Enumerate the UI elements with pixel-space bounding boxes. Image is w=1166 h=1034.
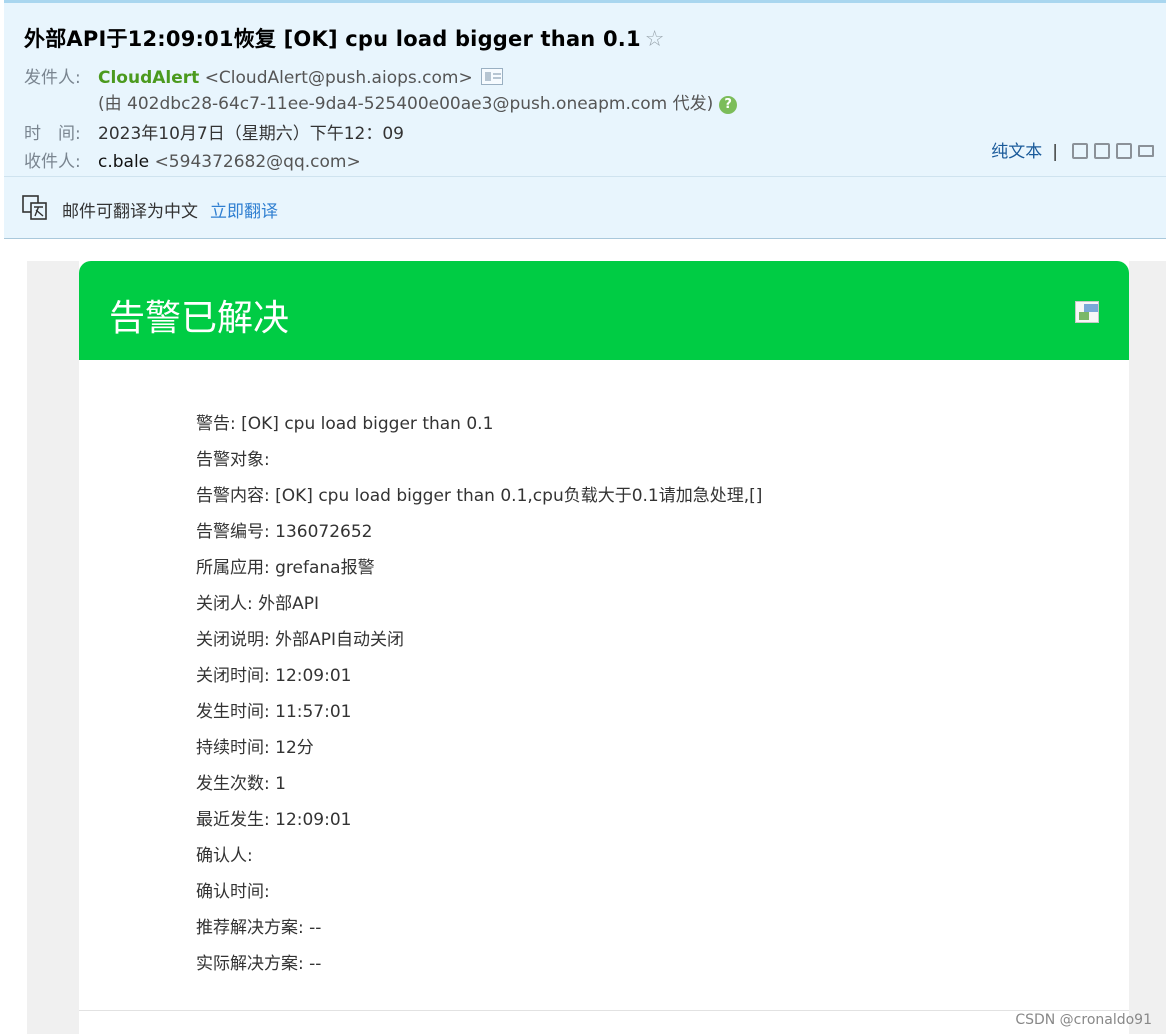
download-icon[interactable] [1116, 143, 1132, 159]
time-value: 2023年10月7日（星期六）下午12：09 [98, 124, 404, 144]
alert-banner: 告警已解决 [79, 261, 1129, 360]
recipient-name[interactable]: c.bale [98, 152, 149, 172]
alert-field: 告警对象: [196, 450, 270, 470]
contact-card-icon[interactable] [480, 68, 503, 85]
mail-header: 外部API于12:09:01恢复 [OK] cpu load bigger th… [4, 0, 1166, 176]
alert-title: 告警已解决 [109, 298, 290, 339]
alert-field: 实际解决方案: -- [196, 954, 322, 974]
alert-field: 告警编号: 136072652 [196, 522, 373, 542]
document-icon[interactable] [1094, 143, 1110, 159]
alert-field: 警告: [OK] cpu load bigger than 0.1 [196, 414, 494, 434]
alert-card: 告警已解决 警告: [OK] cpu load bigger than 0.1 … [79, 261, 1129, 1034]
new-window-icon[interactable] [1072, 143, 1088, 159]
star-icon[interactable]: ☆ [645, 27, 665, 52]
mail-subject: 外部API于12:09:01恢复 [OK] cpu load bigger th… [24, 23, 665, 53]
translate-prompt: 邮件可翻译为中文 [62, 202, 198, 222]
alert-field: 最近发生: 12:09:01 [196, 810, 352, 830]
recipient-row: 收件人: c.bale <594372682@qq.com> [24, 147, 361, 172]
translate-row: 邮件可翻译为中文 立即翻译 [62, 197, 278, 222]
sender-label: 发件人: [24, 68, 81, 88]
plain-text-link[interactable]: 纯文本 [991, 142, 1042, 162]
recipient-label: 收件人: [24, 152, 81, 172]
time-row: 时 间: 2023年10月7日（星期六）下午12：09 [24, 119, 404, 144]
alert-field: 关闭时间: 12:09:01 [196, 666, 352, 686]
mail-toolbar: 纯文本 | [991, 137, 1154, 162]
alert-fields: 警告: [OK] cpu load bigger than 0.1 告警对象: … [196, 409, 762, 985]
translate-icon[interactable] [22, 195, 48, 221]
proxy-row: (由 402dbc28-64c7-11ee-9da4-525400e00ae3@… [98, 89, 738, 114]
alert-field: 确认时间: [196, 882, 270, 902]
alert-field: 发生次数: 1 [196, 774, 286, 794]
sender-row: 发件人: CloudAlert <CloudAlert@push.aiops.co… [24, 63, 503, 88]
time-label: 时 间: [24, 124, 81, 144]
help-icon[interactable]: ? [719, 96, 738, 114]
alert-field: 推荐解决方案: -- [196, 918, 322, 938]
alert-field: 所属应用: grefana报警 [196, 558, 375, 578]
subject-text: 外部API于12:09:01恢复 [OK] cpu load bigger th… [24, 27, 641, 51]
alert-field: 持续时间: 12分 [196, 738, 314, 758]
translate-now-link[interactable]: 立即翻译 [210, 202, 278, 222]
alert-field: 发生时间: 11:57:01 [196, 702, 352, 722]
alert-field: 关闭人: 外部API [196, 594, 320, 614]
card-divider [79, 1010, 1129, 1011]
watermark: CSDN @cronaldo91 [1015, 1012, 1152, 1028]
toolbar-separator: | [1052, 142, 1058, 162]
print-icon[interactable] [1138, 145, 1154, 157]
alert-field: 确认人: [196, 846, 253, 866]
broken-image-icon [1075, 301, 1099, 323]
alert-field: 告警内容: [OK] cpu load bigger than 0.1,cpu负… [196, 486, 763, 506]
sender-name[interactable]: CloudAlert [98, 68, 199, 88]
sender-address: <CloudAlert@push.aiops.com> [204, 68, 473, 88]
proxy-text: (由 402dbc28-64c7-11ee-9da4-525400e00ae3@… [98, 94, 714, 114]
recipient-address: <594372682@qq.com> [154, 152, 361, 172]
alert-field: 关闭说明: 外部API自动关闭 [196, 630, 405, 650]
translate-bar: 邮件可翻译为中文 立即翻译 [4, 176, 1166, 239]
